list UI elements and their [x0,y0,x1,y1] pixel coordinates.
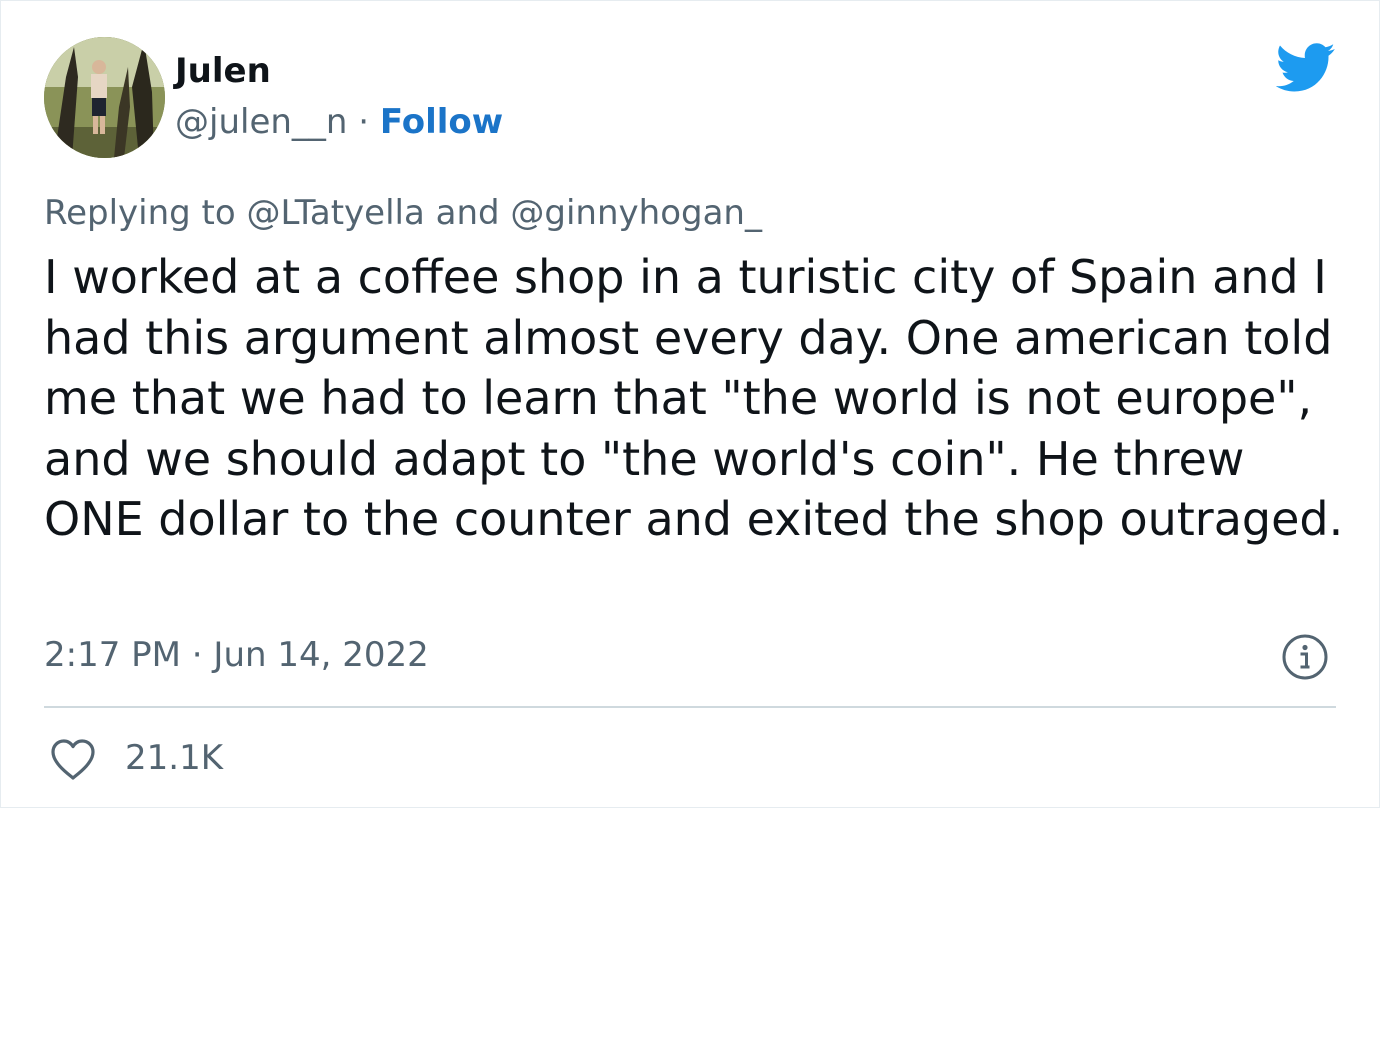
divider [44,706,1336,708]
info-icon[interactable] [1281,633,1329,681]
tweet-text: I worked at a coffee shop in a turistic … [44,250,1344,547]
avatar-photo [44,37,165,158]
handle-separator: · [347,102,380,142]
like-count[interactable]: 21.1K [125,736,223,780]
heart-icon[interactable] [49,737,97,781]
tweet-timestamp[interactable]: 2:17 PM · Jun 14, 2022 [44,633,429,677]
tweet-card: Julen @julen__n · Follow Replying to @LT… [0,0,1380,808]
avatar[interactable] [44,37,165,158]
follow-button[interactable]: Follow [380,102,503,142]
author-handle-line: @julen__n · Follow [175,99,503,145]
author-handle[interactable]: @julen__n [175,102,347,142]
twitter-bird-icon[interactable] [1276,43,1336,93]
author-display-name[interactable]: Julen [175,49,271,93]
replying-to[interactable]: Replying to @LTatyella and @ginnyhogan_ [44,191,762,235]
